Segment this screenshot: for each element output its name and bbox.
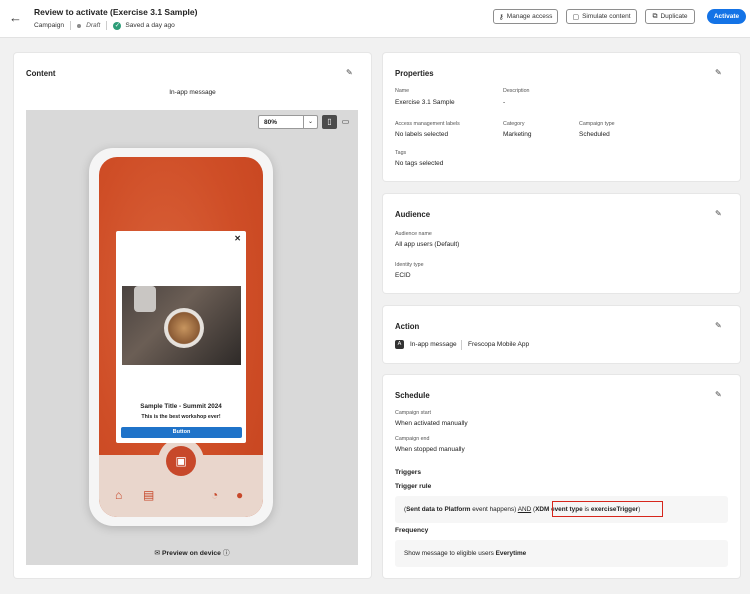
- mail-icon: ✉: [154, 550, 161, 557]
- preview-on-device-label: Preview on device: [161, 550, 221, 557]
- channel-label: In-app message: [169, 89, 216, 96]
- properties-card: Properties ✎ Name Exercise 3.1 Sample De…: [383, 53, 740, 181]
- frequency-prefix: Show message to eligible users: [404, 550, 496, 557]
- key-icon: ⚷: [498, 13, 504, 21]
- simulate-content-label: Simulate content: [582, 13, 631, 20]
- audience-title: Audience: [395, 210, 431, 219]
- status-badge: Draft: [86, 22, 101, 29]
- rule-event-name: Sent data to Platform: [406, 506, 471, 513]
- tags-value: No tags selected: [395, 160, 444, 167]
- access-labels-label: Access management labels: [395, 121, 460, 127]
- in-app-channel-icon: A: [395, 340, 404, 349]
- pie-chart-icon: ◔: [211, 488, 219, 502]
- campaign-type-label: Campaign type: [579, 121, 615, 127]
- modal-title: Sample Title - Summit 2024: [140, 403, 222, 410]
- profile-icon: ●: [236, 488, 244, 502]
- frequency-text: Show message to eligible users Everytime: [404, 550, 526, 557]
- manage-access-label: Manage access: [506, 13, 553, 20]
- close-icon[interactable]: ✕: [234, 234, 241, 243]
- action-app: Frescopa Mobile App: [468, 341, 530, 348]
- category-value: Marketing: [503, 131, 532, 138]
- identity-type-label: Identity type: [395, 262, 424, 268]
- audience-name-label: Audience name: [395, 231, 432, 237]
- activate-button[interactable]: Activate: [707, 9, 746, 24]
- zoom-select[interactable]: 80% ⌄: [258, 115, 318, 129]
- campaign-status-line: Campaign Draft ✓ Saved a day ago: [34, 21, 175, 30]
- edit-content-icon[interactable]: ✎: [346, 68, 353, 77]
- campaign-start-value: When activated manually: [395, 420, 468, 427]
- status-dot-icon: [77, 23, 82, 28]
- desktop-view-icon[interactable]: ▭: [338, 115, 353, 129]
- rule-operator: AND: [517, 506, 532, 513]
- tags-label: Tags: [395, 150, 407, 156]
- divider: [461, 340, 462, 350]
- content-card: Content ✎ In-app message 80% ⌄ ▯ ▭ ▣ ⌂ ▤…: [14, 53, 371, 578]
- shop-icon: ▣: [166, 446, 196, 476]
- modal-button[interactable]: Button: [121, 427, 242, 438]
- description-label: Description: [503, 88, 530, 94]
- campaign-type-value: Scheduled: [579, 131, 610, 138]
- chevron-down-icon[interactable]: ⌄: [303, 116, 317, 128]
- divider: [70, 21, 72, 30]
- rule-event-suffix: event happens): [470, 506, 518, 513]
- edit-audience-icon[interactable]: ✎: [715, 209, 722, 218]
- frequency-box: Show message to eligible users Everytime: [395, 540, 728, 567]
- duplicate-icon: ⧉: [652, 12, 658, 20]
- campaign-end-value: When stopped manually: [395, 446, 465, 453]
- content-title: Content: [26, 69, 56, 78]
- info-icon[interactable]: ⓘ: [223, 550, 230, 557]
- identity-type-value: ECID: [395, 272, 411, 279]
- duplicate-button[interactable]: ⧉ Duplicate: [645, 9, 695, 24]
- edit-action-icon[interactable]: ✎: [715, 321, 722, 330]
- audience-card: Audience ✎ Audience name All app users (…: [383, 194, 740, 293]
- duplicate-label: Duplicate: [660, 13, 688, 20]
- audience-name-value: All app users (Default): [395, 241, 460, 248]
- action-card: Action ✎ A In-app message Frescopa Mobil…: [383, 306, 740, 363]
- trigger-rule-box: (Sent data to Platform event happens) AN…: [395, 496, 728, 523]
- triggers-heading: Triggers: [395, 469, 422, 476]
- home-icon: ⌂: [115, 488, 123, 502]
- object-type: Campaign: [34, 22, 65, 29]
- description-value: -: [503, 99, 506, 106]
- in-app-modal: ✕ Sample Title - Summit 2024 This is the…: [116, 231, 246, 443]
- frequency-value: Everytime: [495, 550, 527, 557]
- coffee-image: [122, 286, 241, 365]
- list-icon: ▤: [143, 488, 155, 502]
- edit-schedule-icon[interactable]: ✎: [715, 390, 722, 399]
- schedule-card: Schedule ✎ Campaign start When activated…: [383, 375, 740, 578]
- trigger-rule-label: Trigger rule: [395, 483, 432, 490]
- frequency-label: Frequency: [395, 527, 429, 534]
- action-title: Action: [395, 322, 420, 331]
- top-bar: ← Review to activate (Exercise 3.1 Sampl…: [0, 0, 750, 38]
- check-circle-icon: ✓: [113, 21, 122, 30]
- message-preview: 80% ⌄ ▯ ▭ ▣ ⌂ ▤ ◔ ● ✕ Sample Title - Sum…: [26, 110, 358, 565]
- simulate-content-button[interactable]: ▢ Simulate content: [566, 9, 637, 24]
- access-labels-value: No labels selected: [395, 131, 449, 138]
- milk-jug: [134, 286, 156, 312]
- modal-text: This is the best workshop ever!: [141, 414, 221, 420]
- latte-cup: [164, 308, 204, 348]
- phone-frame: ▣ ⌂ ▤ ◔ ● ✕ Sample Title - Summit 2024 T…: [89, 148, 273, 526]
- action-channel: In-app message: [410, 341, 457, 348]
- category-label: Category: [503, 121, 525, 127]
- schedule-title: Schedule: [395, 391, 430, 400]
- zoom-value: 80%: [264, 119, 278, 126]
- divider: [106, 21, 108, 30]
- mobile-view-icon[interactable]: ▯: [322, 115, 337, 129]
- saved-status: Saved a day ago: [125, 22, 175, 29]
- name-label: Name: [395, 88, 410, 94]
- preview-on-device-link[interactable]: ✉ Preview on device ⓘ: [26, 547, 358, 557]
- simulate-icon: ▢: [572, 13, 580, 21]
- campaign-end-label: Campaign end: [395, 436, 430, 442]
- phone-screen: ▣ ⌂ ▤ ◔ ● ✕ Sample Title - Summit 2024 T…: [99, 157, 263, 517]
- page-title: Review to activate (Exercise 3.1 Sample): [34, 7, 198, 17]
- edit-properties-icon[interactable]: ✎: [715, 68, 722, 77]
- highlight-box: [552, 501, 663, 517]
- properties-title: Properties: [395, 69, 434, 78]
- manage-access-button[interactable]: ⚷ Manage access: [493, 9, 558, 24]
- name-value: Exercise 3.1 Sample: [395, 99, 455, 106]
- back-arrow-icon[interactable]: ←: [9, 10, 22, 25]
- campaign-start-label: Campaign start: [395, 410, 431, 416]
